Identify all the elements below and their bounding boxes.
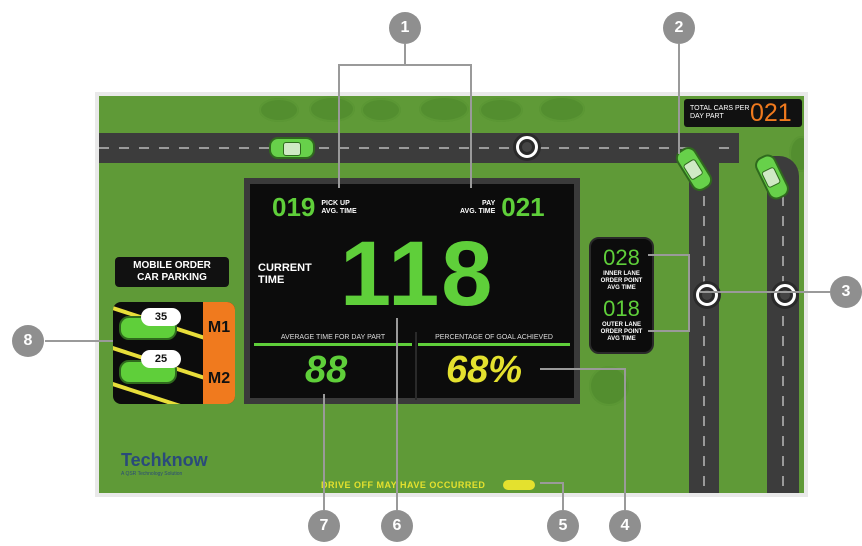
spot-m1-number: 35 bbox=[141, 308, 181, 326]
pickup-value: 019 bbox=[272, 192, 316, 222]
callout-1: 1 bbox=[389, 12, 421, 44]
drive-thru-scene: TOTAL CARS PER DAY PART 021 019 PICK UP A… bbox=[95, 92, 808, 497]
techknow-logo: Techknow A QSR Technology Solution bbox=[121, 450, 208, 477]
lane-times-panel: 028 INNER LANE ORDER POINT AVG TIME 018 OU… bbox=[589, 237, 654, 354]
drive-off-alert: DRIVE OFF MAY HAVE OCCURRED bbox=[321, 480, 486, 490]
shrub bbox=[419, 96, 469, 122]
sensor-icon bbox=[774, 284, 796, 306]
inner-lane-value: 028 bbox=[603, 245, 640, 270]
pickup-label: PICK UP AVG. TIME bbox=[321, 199, 357, 215]
current-time-value: 118 bbox=[340, 223, 495, 325]
divider bbox=[415, 332, 417, 400]
shrub bbox=[309, 96, 355, 122]
pickup-avg: 019 PICK UP AVG. TIME bbox=[272, 192, 357, 223]
average-time-value: 88 bbox=[305, 349, 348, 391]
spot-m2-number: 25 bbox=[141, 350, 181, 368]
callout-5: 5 bbox=[547, 510, 579, 542]
callout-6: 6 bbox=[381, 510, 413, 542]
pay-label: PAY AVG. TIME bbox=[460, 199, 496, 215]
road-marking bbox=[703, 176, 705, 493]
total-cars-value: 021 bbox=[750, 98, 792, 127]
pay-avg: PAY AVG. TIME 021 bbox=[460, 192, 545, 223]
shrub bbox=[589, 366, 629, 406]
goal-percentage-value: 68% bbox=[446, 349, 523, 391]
average-time-header: AVERAGE TIME FOR DAY PART bbox=[254, 332, 412, 346]
car bbox=[269, 137, 315, 159]
timer-board: 019 PICK UP AVG. TIME PAY AVG. TIME 021 CU… bbox=[244, 178, 580, 404]
sensor-icon bbox=[516, 136, 538, 158]
callout-7: 7 bbox=[308, 510, 340, 542]
drive-off-car-icon bbox=[503, 480, 535, 490]
road-marking bbox=[99, 147, 739, 149]
total-cars-panel: TOTAL CARS PER DAY PART 021 bbox=[684, 99, 802, 127]
road-marking bbox=[782, 196, 784, 493]
sensor-icon bbox=[696, 284, 718, 306]
spot-m2-label: M2 bbox=[203, 353, 235, 404]
total-cars-label: TOTAL CARS PER DAY PART bbox=[690, 105, 750, 120]
spot-m1-label: M1 bbox=[203, 302, 235, 353]
outer-lane-value: 018 bbox=[603, 296, 640, 321]
shrub bbox=[259, 98, 299, 122]
outer-lane-label: OUTER LANE ORDER POINT AVG TIME bbox=[600, 322, 643, 342]
current-time-label: CURRENT TIME bbox=[258, 262, 312, 286]
callout-4: 4 bbox=[609, 510, 641, 542]
callout-8: 8 bbox=[12, 325, 44, 357]
mobile-order-parking: 35 25 M1 M2 bbox=[113, 302, 235, 404]
goal-header: PERCENTAGE OF GOAL ACHIEVED bbox=[418, 332, 570, 346]
inner-lane-label: INNER LANE ORDER POINT AVG TIME bbox=[600, 271, 643, 291]
callout-3: 3 bbox=[830, 276, 862, 308]
shrub bbox=[361, 98, 401, 122]
pay-value: 021 bbox=[501, 192, 545, 222]
shrub bbox=[479, 98, 523, 122]
mobile-order-label: MOBILE ORDER CAR PARKING bbox=[115, 257, 229, 287]
callout-2: 2 bbox=[663, 12, 695, 44]
shrub bbox=[539, 96, 585, 122]
